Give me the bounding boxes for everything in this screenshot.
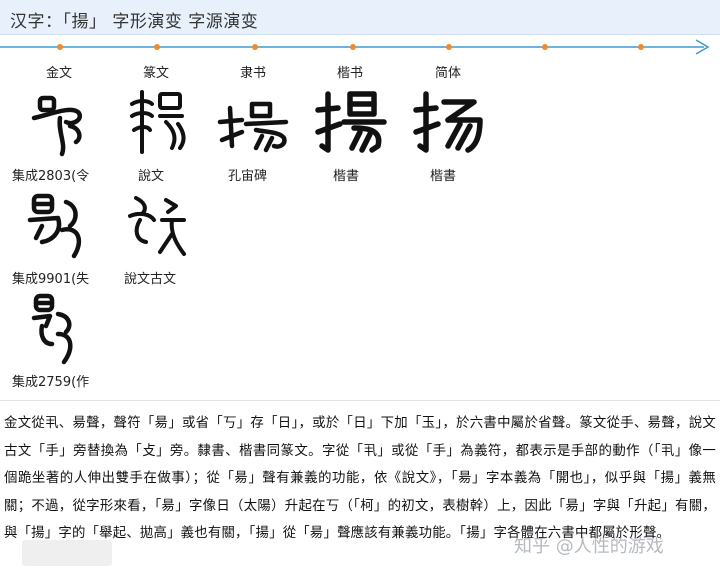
glyph-jinwen-2759-image [31, 293, 73, 365]
timeline-dot [252, 44, 258, 50]
glyph-zhuanwen-image [130, 90, 186, 154]
stage-label-zhuanwen: 篆文 [142, 66, 169, 81]
glyph-jinwen-9901-image [27, 193, 82, 259]
timeline-dot [154, 44, 160, 50]
glyph-kaishu-image [315, 91, 387, 153]
timeline-dot [542, 44, 548, 50]
title-bar: 汉字：「揚」 字形演变 字源演变 [0, 0, 720, 35]
glyph-shuowen-guwen-image [128, 196, 186, 256]
stage-label-jinwen: 金文 [45, 66, 72, 81]
caption-jinwen-9901: 集成9901(失 [12, 272, 90, 287]
glyph-jinwen-2803-image [31, 95, 83, 157]
caption-shuowen-guwen: 說文古文 [124, 272, 177, 287]
caption-jinwen-2759: 集成2759(作 [12, 375, 90, 390]
glyph-lishu-image [217, 101, 289, 153]
section-divider [0, 400, 720, 401]
timeline-dot [446, 44, 452, 50]
caption-jinwen-2803: 集成2803(令 [12, 169, 90, 184]
timeline-dot [57, 44, 63, 50]
watermark-text: 知乎 @人性的游戏 [514, 536, 664, 557]
timeline-dot [638, 44, 644, 50]
caption-kongzhoubei: 孔宙碑 [228, 169, 268, 184]
stage-label-kaishu: 楷书 [336, 66, 363, 81]
caption-kaishu: 楷書 [333, 169, 360, 184]
caption-jianti-kaishu: 楷書 [430, 169, 457, 184]
timeline-arrow [0, 39, 710, 55]
etymology-description: 金文從丮、昜聲，聲符「昜」或省「丂」存「日」，或於「日」下加「玉」，於六書中屬於… [4, 416, 716, 542]
timeline-dot [350, 44, 356, 50]
caption-shuowen: 說文 [138, 169, 165, 184]
blurred-watermark [22, 540, 112, 566]
stage-label-lishu: 隶书 [239, 66, 266, 81]
stage-label-jianti: 简体 [434, 66, 461, 81]
page-title: 汉字：「揚」 字形演变 字源演变 [10, 12, 259, 32]
glyph-jianti-image [413, 91, 483, 153]
